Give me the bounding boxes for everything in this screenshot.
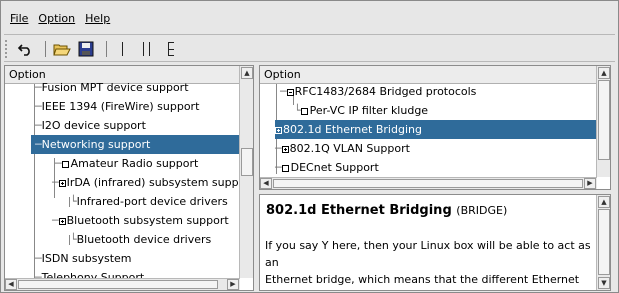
menu-file[interactable]: File — [5, 8, 33, 30]
split-view-icon — [143, 42, 150, 56]
checkbox-icon[interactable] — [281, 164, 289, 172]
help-body: If you say Y here, then your Linux box w… — [265, 237, 600, 288]
suboption-tree-hscroll[interactable]: ◀ ▶ — [260, 177, 597, 189]
save-icon — [78, 41, 94, 57]
scroll-up-icon[interactable]: ▲ — [241, 67, 253, 79]
scroll-up-icon[interactable]: ▲ — [598, 196, 610, 208]
toolbar-grip[interactable] — [5, 40, 9, 58]
tree-item[interactable]: ─ISDN subsystem — [35, 249, 241, 268]
toolbar-divider — [4, 61, 615, 62]
expand-plus-icon[interactable] — [281, 145, 289, 153]
suboption-tree-header-label: Option — [264, 68, 301, 81]
save-button[interactable] — [76, 39, 96, 59]
help-vscroll[interactable]: ▲ ▼ — [596, 195, 610, 290]
tree-item[interactable]: └ Per-VC IP filter kludge — [294, 101, 596, 120]
tree-item[interactable]: ─IEEE 1394 (FireWire) support — [35, 97, 241, 116]
menu-help[interactable]: Help — [80, 8, 115, 30]
tree-item-label: IrDA (infrared) subsystem supp — [66, 176, 239, 189]
tree-item-label: Fusion MPT device support — [41, 81, 189, 94]
tree-item-label: Amateur Radio support — [70, 157, 199, 170]
expand-plus-icon[interactable] — [58, 217, 66, 225]
tree-item[interactable]: ─I2O device support — [35, 116, 241, 135]
scroll-left-icon[interactable]: ◀ — [5, 279, 17, 290]
scroll-thumb[interactable] — [18, 280, 218, 289]
toolbar-separator — [45, 41, 46, 57]
scroll-down-icon[interactable]: ▼ — [598, 277, 610, 289]
help-symbol: (BRIDGE) — [456, 204, 508, 217]
help-line: If you say Y here, then your Linux box w… — [265, 239, 591, 252]
tree-item[interactable]: ─ Amateur Radio support — [55, 154, 241, 173]
scroll-thumb[interactable] — [598, 209, 610, 275]
tree-item-label: I2O device support — [41, 119, 146, 132]
help-title-text: 802.1d Ethernet Bridging — [266, 203, 452, 218]
menu-option-label: Option — [38, 12, 76, 25]
tree-item[interactable]: └Bluetooth device drivers — [70, 230, 241, 249]
tree-item-label: 802.1d Ethernet Bridging — [283, 123, 422, 136]
menu-divider — [4, 34, 615, 35]
scroll-thumb[interactable] — [241, 148, 253, 176]
scroll-up-icon[interactable]: ▲ — [598, 67, 610, 79]
help-line: an — [265, 256, 279, 269]
open-folder-icon — [53, 44, 71, 56]
scroll-thumb[interactable] — [273, 179, 583, 188]
tree-item[interactable]: ─ DECnet Support — [275, 158, 596, 177]
tree-item[interactable]: └Infrared-port device drivers — [70, 192, 241, 211]
tree-item-label: 802.1Q VLAN Support — [289, 142, 410, 155]
suboption-tree-vscroll[interactable]: ▲ — [596, 66, 610, 177]
expand-plus-icon[interactable] — [58, 179, 66, 187]
option-tree-pane: Option ─Fusion MPT device support ─IEEE … — [4, 65, 254, 291]
full-view-icon — [168, 42, 174, 56]
toolbar — [5, 38, 605, 60]
tree-item-label: RFC1483/2684 Bridged protocols — [294, 85, 477, 98]
split-view-button[interactable] — [137, 39, 157, 59]
help-line: Ethernet bridge, which means that the di… — [265, 273, 580, 286]
menu-bar: File Option Help — [5, 8, 605, 30]
scroll-right-icon[interactable]: ▶ — [227, 279, 239, 290]
back-icon — [17, 44, 30, 56]
tree-item[interactable]: ─ RFC1483/2684 Bridged protocols — [280, 82, 596, 101]
help-pane: 802.1d Ethernet Bridging (BRIDGE) If you… — [259, 194, 611, 291]
tree-item[interactable]: ─ Bluetooth subsystem support — [52, 211, 241, 230]
option-tree-vscroll[interactable]: ▲ — [239, 66, 253, 278]
tree-item-label: Per-VC IP filter kludge — [309, 104, 429, 117]
help-title: 802.1d Ethernet Bridging (BRIDGE) — [266, 203, 507, 218]
tree-item-label: Bluetooth device drivers — [76, 233, 212, 246]
single-view-icon — [122, 42, 123, 56]
app-window: File Option Help Option ─Fusion MPT devi… — [0, 0, 619, 293]
tree-item-selected[interactable]: ─Networking support — [31, 135, 241, 154]
tree-item-label: IEEE 1394 (FireWire) support — [41, 100, 200, 113]
scroll-left-icon[interactable]: ◀ — [260, 178, 272, 189]
expand-plus-icon[interactable] — [275, 126, 282, 134]
tree-item[interactable]: ─Fusion MPT device support — [35, 78, 241, 97]
full-view-button[interactable] — [161, 39, 181, 59]
menu-help-label: Help — [85, 12, 111, 25]
load-button[interactable] — [52, 39, 72, 59]
checkbox-icon[interactable] — [61, 160, 69, 168]
tree-item-selected[interactable]: 802.1d Ethernet Bridging — [275, 120, 596, 139]
toolbar-separator — [106, 41, 107, 57]
option-tree-hscroll[interactable]: ◀ ▶ — [5, 278, 240, 290]
tree-item[interactable]: ─ 802.1Q VLAN Support — [275, 139, 596, 158]
tree-item-label: Infrared-port device drivers — [76, 195, 228, 208]
menu-option[interactable]: Option — [33, 8, 80, 30]
checkbox-icon[interactable] — [300, 107, 308, 115]
menu-file-label: File — [10, 12, 29, 25]
collapse-minus-icon[interactable] — [286, 88, 294, 96]
tree-item-label: ISDN subsystem — [41, 252, 132, 265]
tree-item-label: Networking support — [41, 138, 151, 151]
suboption-tree-pane: Option ─ RFC1483/2684 Bridged protocols └… — [259, 65, 611, 190]
tree-item-label: Bluetooth subsystem support — [66, 214, 229, 227]
scroll-thumb[interactable] — [598, 80, 610, 160]
back-button[interactable] — [15, 39, 35, 59]
tree-item[interactable]: ─ IrDA (infrared) subsystem supp — [52, 173, 241, 192]
single-view-button[interactable] — [113, 39, 133, 59]
scroll-right-icon[interactable]: ▶ — [584, 178, 596, 189]
tree-item-label: DECnet Support — [290, 161, 379, 174]
